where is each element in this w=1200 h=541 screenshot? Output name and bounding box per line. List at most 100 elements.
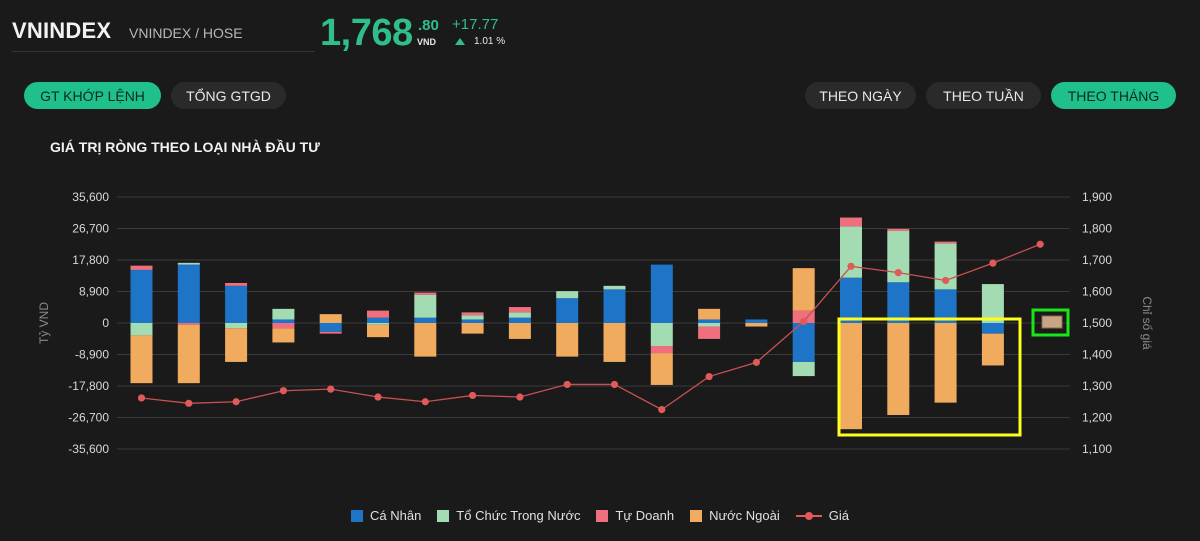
bar-segment [177, 262, 200, 265]
y-axis-label: Tỷ VND [37, 302, 51, 344]
bar-segment [414, 292, 437, 295]
bar-segment [698, 319, 721, 323]
bar-segment [650, 323, 673, 347]
bar-segment [461, 315, 484, 320]
legend-item-tu-doanh[interactable]: Tự Doanh [596, 508, 674, 523]
bar-segment [272, 308, 295, 320]
bar-segment [177, 323, 200, 325]
legend-swatch-icon [596, 509, 609, 522]
price-point [327, 385, 335, 393]
bar-segment [225, 328, 248, 362]
bar-segment [367, 310, 389, 318]
legend-item-nuoc-ngoai[interactable]: Nước Ngoài [690, 508, 780, 523]
bar-segment [556, 291, 579, 299]
bar-segment [225, 285, 248, 323]
bar-segment [414, 294, 437, 318]
bar-segment [603, 323, 626, 362]
legend-item-gia[interactable]: Giá [795, 508, 849, 523]
bar-segment [887, 228, 910, 231]
net-value-chart: 35,600 26,700 17,800 8,900 0 -8,900 -17,800 -26… [37, 190, 1154, 456]
bar-segment [650, 264, 673, 323]
legend-swatch-icon [437, 509, 450, 522]
y-tick-label: -35,600 [68, 442, 109, 456]
price-point [279, 387, 287, 395]
y-tick-label: -17,800 [68, 379, 109, 393]
bar-segment [792, 361, 815, 377]
bar-segment [367, 317, 389, 323]
y-tick-label: 8,900 [79, 285, 109, 299]
price-point [942, 276, 950, 285]
y-tick-label: -26,700 [68, 411, 109, 425]
legend-item-to-chuc[interactable]: Tổ Chức Trong Nước [437, 508, 580, 523]
bar-segment [130, 265, 153, 270]
bar-segment [981, 284, 1004, 323]
legend-swatch-icon [350, 509, 363, 522]
bar-segment [319, 331, 342, 334]
price-point [705, 372, 713, 381]
bar-segment [650, 353, 673, 385]
bar-segment [887, 323, 910, 416]
bar-segment [698, 323, 721, 327]
legend-item-ca-nhan[interactable]: Cá Nhân [350, 508, 422, 523]
legend-label: Giá [828, 508, 849, 523]
y-tick-label: 0 [102, 316, 109, 330]
y2-tick-label: 1,300 [1082, 379, 1112, 393]
price-point [137, 394, 146, 402]
bar-segment [603, 289, 626, 323]
price-point [989, 259, 997, 267]
bar-segment [319, 314, 342, 323]
bar-segment [934, 323, 957, 403]
price-point [1036, 240, 1044, 248]
bar-segment [177, 324, 200, 384]
y2-tick-label: 1,500 [1082, 316, 1112, 330]
price-point [374, 393, 382, 401]
bar-segment [934, 241, 957, 244]
bar-segment [414, 323, 437, 357]
price-point [800, 317, 808, 326]
y2-tick-label: 1,700 [1082, 253, 1112, 267]
price-point [752, 358, 761, 366]
bar-segment [556, 323, 579, 357]
bar-segment [840, 217, 862, 227]
legend-line-icon [795, 510, 822, 522]
bar-segment [556, 298, 579, 323]
bar-segment [840, 277, 862, 323]
bar-segment [461, 319, 484, 323]
bar-segment [130, 323, 153, 336]
price-point [421, 398, 429, 406]
bar-segment [272, 328, 295, 343]
bar-segment [508, 323, 531, 339]
bar-segment [225, 283, 248, 286]
price-point [563, 380, 571, 389]
bar-segment [508, 307, 531, 313]
bar-segment [177, 264, 200, 323]
price-point [469, 391, 477, 400]
price-point [894, 269, 902, 277]
y2-axis-label: Chỉ số giá [1140, 296, 1154, 350]
bar-segment [887, 282, 910, 323]
y2-tick-label: 1,400 [1082, 348, 1112, 362]
bar-segment [981, 323, 1004, 334]
chart-legend: Cá Nhân Tổ Chức Trong Nước Tự Doanh Nước… [0, 508, 1200, 523]
bar-segment [461, 323, 484, 334]
bar-segment [130, 335, 153, 384]
bar-segment [367, 324, 389, 338]
y-tick-label: 17,800 [72, 253, 109, 267]
last-bar-marker [1041, 315, 1063, 329]
bar-segment [745, 319, 768, 323]
y2-tick-label: 1,200 [1082, 411, 1112, 425]
bar-segment [272, 323, 295, 329]
bar-segment [792, 268, 815, 311]
y2-tick-label: 1,600 [1082, 285, 1112, 299]
y-tick-label: -8,900 [75, 348, 109, 362]
legend-swatch-icon [690, 509, 703, 522]
legend-label: Cá Nhân [369, 508, 422, 523]
price-point [232, 398, 240, 406]
bar-segment [745, 323, 768, 327]
legend-label: Nước Ngoài [709, 508, 780, 523]
bar-segment [508, 317, 531, 323]
y2-tick-label: 1,800 [1082, 222, 1112, 236]
bar-segment [225, 323, 248, 329]
y2-tick-label: 1,900 [1082, 190, 1112, 204]
y2-tick-label: 1,100 [1082, 442, 1112, 456]
